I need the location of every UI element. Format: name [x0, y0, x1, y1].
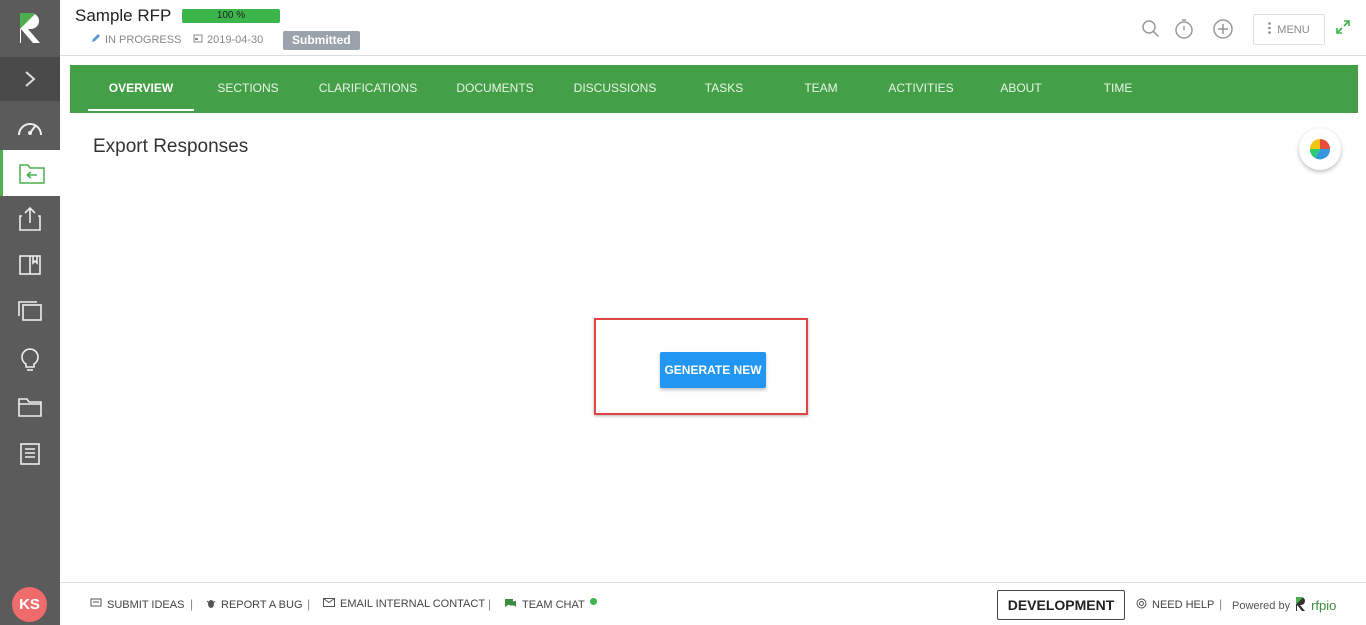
due-date: 2019-04-30 — [207, 33, 264, 46]
tab-discussions[interactable]: DISCUSSIONS — [556, 65, 674, 113]
pencil-icon — [91, 33, 101, 46]
need-help-link[interactable]: NEED HELP — [1136, 598, 1214, 612]
status-text: IN PROGRESS — [105, 33, 182, 46]
report-bug-link[interactable]: REPORT A BUG — [206, 598, 303, 612]
menu-button[interactable]: MENU — [1253, 14, 1325, 45]
team-chat-link[interactable]: TEAM CHAT — [504, 597, 597, 612]
kebab-icon — [1268, 22, 1272, 37]
tab-overview[interactable]: OVERVIEW — [88, 65, 194, 113]
library-book-icon[interactable] — [0, 242, 60, 288]
generate-new-button[interactable]: GENERATE NEW — [660, 352, 766, 388]
expand-sidebar-icon[interactable] — [0, 57, 60, 101]
timer-icon[interactable] — [1173, 18, 1195, 40]
project-title: Sample RFP — [75, 6, 172, 25]
project-header: Sample RFP 100 % IN PROGRESS 2019-04-30 … — [60, 0, 1366, 56]
user-avatar[interactable]: KS — [12, 587, 47, 622]
bug-icon — [206, 598, 216, 612]
dashboard-icon[interactable] — [0, 104, 60, 150]
progress-bar: 100 % — [182, 9, 280, 23]
submit-ideas-label: SUBMIT IDEAS — [107, 598, 185, 611]
team-chat-label: TEAM CHAT — [522, 599, 585, 611]
reports-list-icon[interactable] — [0, 431, 60, 477]
pie-chart-icon[interactable] — [1299, 128, 1341, 170]
status-meta: IN PROGRESS — [91, 33, 181, 46]
tab-sections[interactable]: SECTIONS — [194, 65, 302, 113]
documents-stack-icon[interactable] — [0, 288, 60, 334]
brand-name: rfpio — [1311, 598, 1337, 613]
envelope-icon — [323, 598, 335, 610]
add-icon[interactable] — [1212, 18, 1234, 40]
email-contact-label: EMAIL INTERNAL CONTACT — [340, 598, 486, 610]
tab-documents[interactable]: DOCUMENTS — [434, 65, 556, 113]
tab-clarifications[interactable]: CLARIFICATIONS — [302, 65, 434, 113]
rfpio-logo-icon[interactable] — [0, 0, 60, 56]
footer-separator: | — [307, 597, 311, 611]
footer-separator: | — [190, 597, 194, 611]
export-share-icon[interactable] — [0, 196, 60, 242]
email-contact-link[interactable]: EMAIL INTERNAL CONTACT — [323, 598, 485, 610]
lifebuoy-icon — [1136, 598, 1147, 612]
powered-by-label: Powered by — [1232, 599, 1291, 612]
submit-ideas-link[interactable]: SUBMIT IDEAS — [90, 598, 184, 611]
projects-folder-icon[interactable] — [0, 150, 65, 196]
tab-tasks[interactable]: TASKS — [674, 65, 774, 113]
tab-team[interactable]: TEAM — [774, 65, 868, 113]
environment-badge: DEVELOPMENT — [997, 590, 1125, 620]
footer: SUBMIT IDEAS | REPORT A BUG | EMAIL INTE… — [60, 582, 1366, 625]
online-status-dot — [589, 597, 597, 605]
page-title: Export Responses — [93, 136, 249, 157]
tab-activities[interactable]: ACTIVITIES — [868, 65, 974, 113]
tab-about[interactable]: ABOUT — [974, 65, 1068, 113]
search-icon[interactable] — [1140, 18, 1162, 40]
lightbulb-icon[interactable] — [0, 336, 60, 382]
menu-label: MENU — [1277, 23, 1310, 36]
comment-icon — [90, 598, 102, 611]
tab-time[interactable]: TIME — [1068, 65, 1168, 113]
powered-by: Powered by rfpio — [1232, 596, 1336, 615]
need-help-label: NEED HELP — [1152, 599, 1215, 611]
chat-icon — [504, 598, 517, 612]
footer-separator: | — [1219, 597, 1223, 611]
project-tabs: OVERVIEW SECTIONS CLARIFICATIONS DOCUMEN… — [70, 65, 1358, 113]
rfpio-small-logo-icon — [1295, 596, 1306, 615]
footer-separator: | — [488, 597, 492, 611]
status-badge: Submitted — [283, 31, 360, 50]
left-sidebar: KS — [0, 0, 65, 625]
fullscreen-icon[interactable] — [1336, 20, 1350, 39]
due-date-meta: 2019-04-30 — [193, 33, 263, 46]
calendar-icon — [193, 33, 203, 46]
folder-icon[interactable] — [0, 384, 60, 430]
report-bug-label: REPORT A BUG — [221, 599, 303, 611]
